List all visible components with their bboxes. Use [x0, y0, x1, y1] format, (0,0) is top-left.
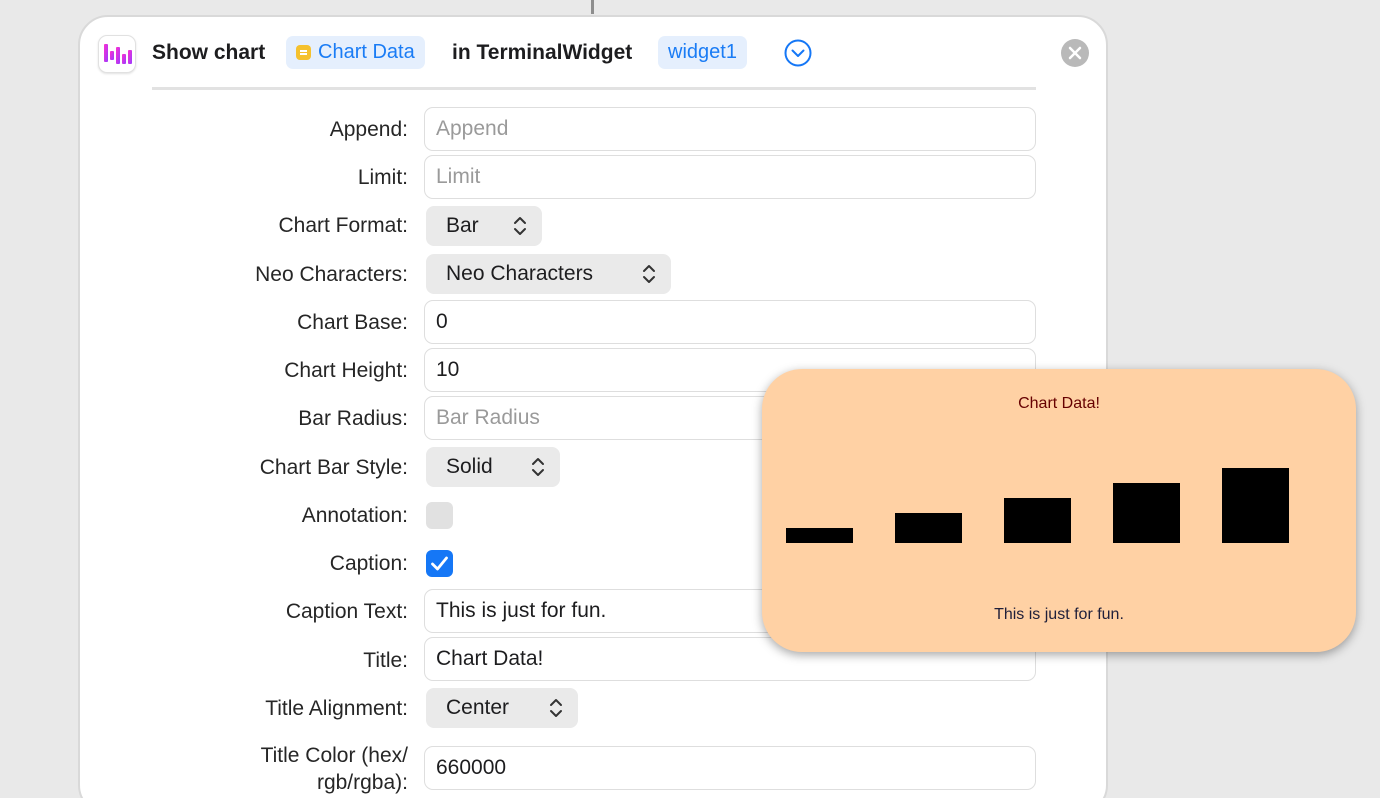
chart-bar	[1004, 498, 1071, 543]
chart-base-field[interactable]: 0	[424, 300, 1036, 344]
up-down-chevron-icon	[514, 217, 526, 235]
popup-value: Center	[446, 696, 510, 719]
up-down-chevron-icon	[550, 699, 562, 717]
neo-characters-popup[interactable]: Neo Characters	[426, 254, 671, 294]
action-preposition: in TerminalWidget	[452, 41, 633, 64]
annotation-checkbox[interactable]	[426, 502, 453, 529]
up-down-chevron-icon	[532, 458, 544, 476]
flow-connector-line	[591, 0, 594, 14]
chart-bar	[786, 528, 853, 543]
caption-label: Caption:	[329, 552, 408, 575]
chart-format-popup[interactable]: Bar	[426, 206, 542, 246]
widget-token[interactable]: widget1	[658, 36, 747, 69]
bar-chart-icon	[98, 35, 136, 73]
limit-field[interactable]: Limit	[424, 155, 1036, 199]
caption-text-label: Caption Text:	[285, 600, 408, 623]
bar-radius-label: Bar Radius:	[298, 407, 408, 430]
title-color-label-line2: rgb/rgba):	[316, 771, 408, 794]
chart-data-variable-token[interactable]: Chart Data	[286, 36, 425, 69]
chart-bar	[1222, 468, 1289, 543]
header-divider	[152, 87, 1036, 90]
chart-format-label: Chart Format:	[278, 214, 408, 237]
title-alignment-popup[interactable]: Center	[426, 688, 578, 728]
checkmark-icon	[431, 556, 448, 571]
popup-value: Bar	[446, 214, 479, 237]
up-down-chevron-icon	[643, 265, 655, 283]
append-label: Append:	[329, 118, 408, 141]
title-color-field[interactable]: 660000	[424, 746, 1036, 790]
chart-bar	[1113, 483, 1180, 543]
token-label: widget1	[668, 41, 737, 63]
popup-value: Solid	[446, 455, 493, 478]
close-icon[interactable]	[1061, 39, 1089, 67]
chart-bar-style-label: Chart Bar Style:	[259, 456, 408, 479]
chart-base-label: Chart Base:	[297, 311, 408, 334]
title-label: Title:	[363, 649, 408, 672]
action-header: Show chart Chart Data in TerminalWidget …	[80, 17, 1106, 89]
title-alignment-label: Title Alignment:	[265, 697, 408, 720]
preview-chart-caption: This is just for fun.	[994, 606, 1124, 623]
chart-bar-style-popup[interactable]: Solid	[426, 447, 560, 487]
chart-bar	[895, 513, 962, 543]
popup-value: Neo Characters	[446, 262, 594, 285]
action-name: Show chart	[152, 41, 266, 64]
limit-label: Limit:	[357, 166, 408, 189]
preview-chart-title: Chart Data!	[1018, 395, 1100, 412]
caption-checkbox[interactable]	[426, 550, 453, 577]
chart-height-label: Chart Height:	[284, 359, 408, 382]
annotation-label: Annotation:	[301, 504, 408, 527]
neo-characters-label: Neo Characters:	[255, 263, 408, 286]
append-field[interactable]: Append	[424, 107, 1036, 151]
token-label: Chart Data	[318, 41, 415, 63]
chart-preview-widget: Chart Data! This is just for fun.	[762, 369, 1356, 652]
chevron-down-circle-icon[interactable]	[784, 39, 812, 67]
title-color-label-line1: Title Color (hex/	[260, 744, 408, 767]
variable-icon	[296, 45, 311, 60]
